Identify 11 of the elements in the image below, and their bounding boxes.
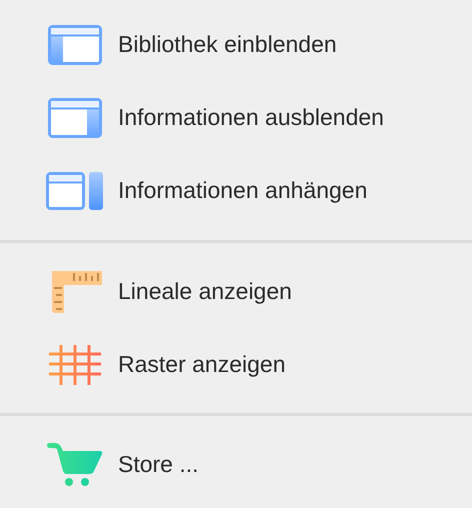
menu-item[interactable]: Store ... [118,451,199,478]
menu-item[interactable]: Bibliothek einblenden [118,31,337,58]
menu-item[interactable]: Lineale anzeigen [118,278,292,305]
menu-item[interactable]: Informationen ausblenden [118,104,384,131]
window-panel-icon [46,172,104,210]
cart-icon [47,442,103,486]
sidebar-icon [48,98,102,138]
menu-item[interactable]: Raster anzeigen [118,351,286,378]
menu-item[interactable]: Informationen anhängen [118,177,368,204]
grid-icon [49,344,101,384]
sidebar-icon [48,24,102,64]
